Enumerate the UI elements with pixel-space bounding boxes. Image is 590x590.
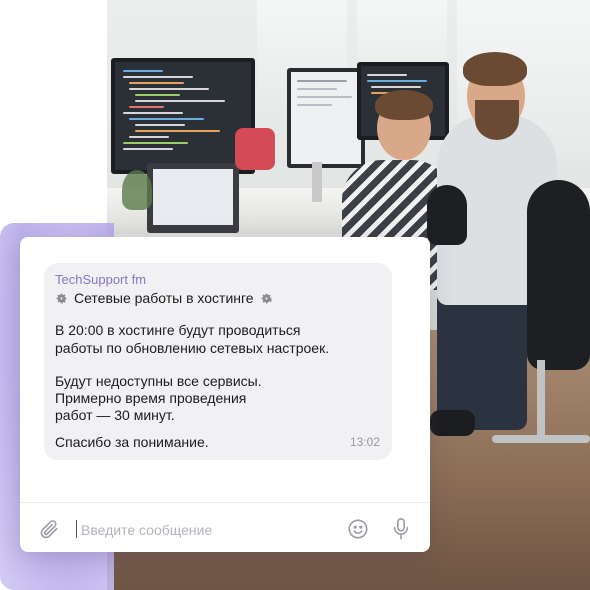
message-title: Сетевые работы в хостинге	[74, 290, 254, 306]
monitor-center	[287, 68, 365, 168]
gear-icon	[56, 293, 67, 304]
gear-icon	[261, 293, 273, 304]
composer-divider	[20, 502, 430, 503]
microphone-icon[interactable]	[390, 517, 412, 541]
message-sender[interactable]: TechSupport fm	[55, 272, 146, 287]
paperclip-icon[interactable]	[38, 518, 60, 540]
message-input[interactable]	[79, 515, 333, 545]
laptop	[147, 163, 239, 233]
text-cursor	[76, 520, 77, 538]
message-line: Будут недоступны все сервисы.	[55, 373, 262, 389]
message-line: В 20:00 в хостинге будут проводиться	[55, 322, 301, 338]
chat-window: TechSupport fm Сетевые работы в хостинге…	[20, 237, 430, 552]
message-title-row: Сетевые работы в хостинге	[55, 290, 273, 306]
smiley-icon[interactable]	[347, 518, 369, 540]
message-composer	[20, 509, 430, 549]
message-line: Примерно время проведения	[55, 390, 247, 406]
message-bubble[interactable]: TechSupport fm Сетевые работы в хостинге…	[44, 263, 392, 460]
message-line: Спасибо за понимание.	[55, 434, 209, 450]
message-line: работ — 30 минут.	[55, 407, 175, 423]
message-timestamp: 13:02	[349, 435, 380, 449]
monitor-left	[111, 58, 255, 174]
message-line: работы по обновлению сетевых настроек.	[55, 340, 330, 356]
